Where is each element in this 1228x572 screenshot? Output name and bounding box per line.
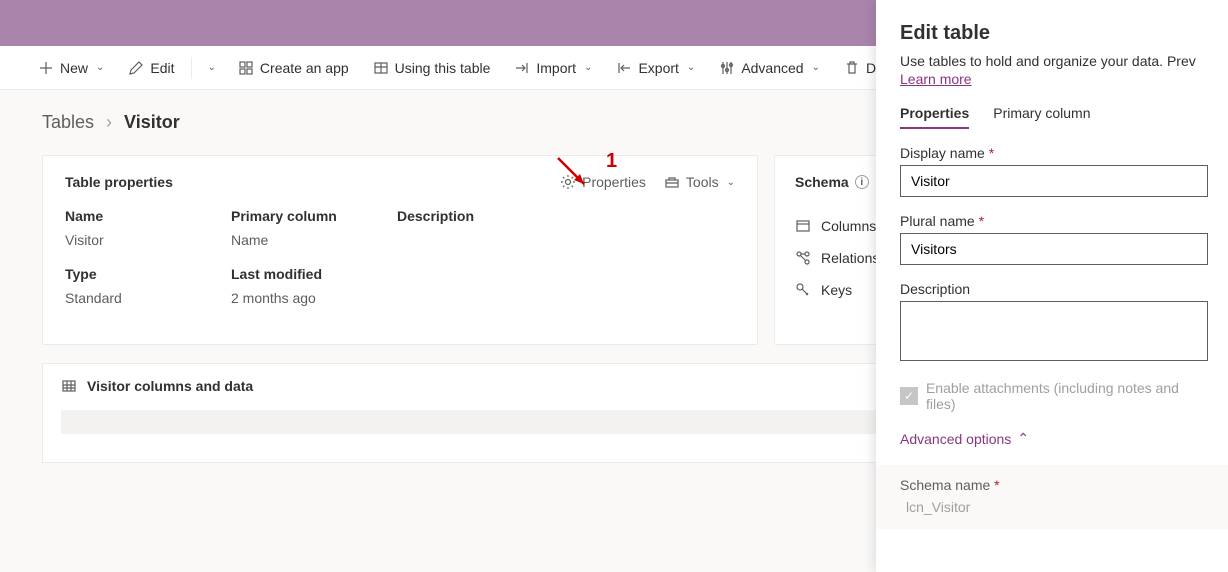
using-table-button[interactable]: Using this table — [363, 54, 501, 82]
table-properties-title: Table properties — [65, 174, 542, 190]
schema-columns-label: Columns — [821, 218, 876, 234]
columns-card-title: Visitor columns and data — [87, 378, 253, 394]
schema-title: Schema — [795, 174, 849, 190]
chevron-right-icon: › — [106, 112, 112, 133]
table-icon — [373, 60, 389, 76]
schema-name-section: Schema name * lcn_Visitor — [876, 465, 1228, 529]
import-icon — [514, 60, 530, 76]
panel-tabs: Properties Primary column — [900, 105, 1212, 129]
chevron-down-icon: ⌄ — [727, 177, 735, 188]
schema-keys-label: Keys — [821, 282, 852, 298]
advanced-options-toggle[interactable]: Advanced options ⌃ — [900, 430, 1029, 447]
table-properties-card: Table properties Properties Tools ⌄ Name… — [42, 155, 758, 345]
schema-name-value: lcn_Visitor — [900, 499, 970, 515]
breadcrumb-root[interactable]: Tables — [42, 112, 94, 133]
columns-icon — [795, 218, 811, 234]
tools-link[interactable]: Tools ⌄ — [664, 174, 735, 190]
enable-attachments-label: Enable attachments (including notes and … — [926, 380, 1212, 412]
app-grid-icon — [238, 60, 254, 76]
edit-button[interactable]: Edit — [118, 54, 184, 82]
export-icon — [616, 60, 632, 76]
annotation-arrow-1 — [554, 154, 594, 194]
plural-name-label: Plural name — [900, 213, 1212, 229]
create-app-button[interactable]: Create an app — [228, 54, 359, 82]
chevron-down-icon: ⌄ — [584, 62, 592, 73]
display-name-input[interactable] — [900, 165, 1208, 197]
label-last-modified: Last modified — [231, 262, 397, 282]
key-icon — [795, 282, 811, 298]
plus-icon — [38, 60, 54, 76]
label-name: Name — [65, 204, 231, 224]
toolbox-icon — [664, 174, 680, 190]
export-label: Export — [638, 60, 678, 76]
display-name-label: Display name — [900, 145, 1212, 161]
plural-name-input[interactable] — [900, 233, 1208, 265]
import-label: Import — [536, 60, 576, 76]
breadcrumb-current: Visitor — [124, 112, 180, 133]
relationships-icon — [795, 250, 811, 266]
label-type: Type — [65, 262, 231, 282]
edit-table-panel: Edit table Use tables to hold and organi… — [876, 0, 1228, 572]
data-grid-icon — [61, 378, 77, 394]
pencil-icon — [128, 60, 144, 76]
enable-attachments-checkbox[interactable]: ✓ — [900, 387, 918, 405]
value-type: Standard — [65, 290, 231, 312]
import-button[interactable]: Import ⌄ — [504, 54, 602, 82]
trash-icon — [844, 60, 860, 76]
create-app-label: Create an app — [260, 60, 349, 76]
chevron-down-icon: ⌄ — [687, 62, 695, 73]
annotation-label-1: 1 — [606, 150, 617, 173]
description-label: Description — [900, 281, 1212, 297]
using-table-label: Using this table — [395, 60, 491, 76]
tab-properties[interactable]: Properties — [900, 105, 969, 129]
value-description — [397, 232, 735, 254]
learn-more-link[interactable]: Learn more — [900, 71, 972, 87]
value-name: Visitor — [65, 232, 231, 254]
new-label: New — [60, 60, 88, 76]
chevron-down-icon: ⌄ — [812, 62, 820, 73]
value-last-modified: 2 months ago — [231, 290, 397, 312]
advanced-label: Advanced — [741, 60, 803, 76]
info-icon[interactable]: i — [855, 175, 869, 189]
separator — [191, 57, 192, 79]
chevron-down-icon: ⌄ — [96, 62, 104, 73]
schema-name-label: Schema name * — [900, 477, 1212, 493]
panel-title: Edit table — [900, 22, 1212, 45]
advanced-options-label: Advanced options — [900, 431, 1011, 447]
sliders-icon — [719, 60, 735, 76]
chevron-down-icon[interactable]: ⌄ — [200, 56, 224, 79]
panel-description: Use tables to hold and organize your dat… — [900, 53, 1212, 69]
label-description: Description — [397, 204, 735, 224]
edit-label: Edit — [150, 60, 174, 76]
enable-attachments-row: ✓ Enable attachments (including notes an… — [900, 380, 1212, 412]
description-input[interactable] — [900, 301, 1208, 361]
new-button[interactable]: New ⌄ — [28, 54, 114, 82]
value-primary: Name — [231, 232, 397, 254]
chevron-up-icon: ⌃ — [1017, 430, 1029, 447]
label-primary: Primary column — [231, 204, 397, 224]
export-button[interactable]: Export ⌄ — [606, 54, 705, 82]
tools-link-label: Tools — [686, 174, 719, 190]
tab-primary-column[interactable]: Primary column — [993, 105, 1090, 129]
advanced-button[interactable]: Advanced ⌄ — [709, 54, 830, 82]
